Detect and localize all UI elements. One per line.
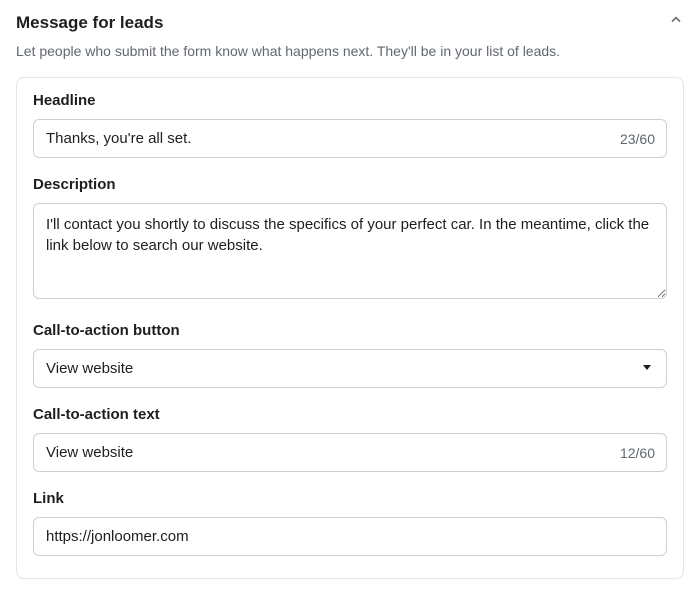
section-title: Message for leads <box>16 13 163 33</box>
cta-button-select[interactable]: View website <box>33 349 667 388</box>
fields-card: Headline 23/60 Description Call-to-actio… <box>16 77 684 579</box>
cta-text-label: Call-to-action text <box>33 406 667 423</box>
description-textarea[interactable] <box>33 203 667 299</box>
link-label: Link <box>33 490 667 507</box>
link-input[interactable] <box>33 517 667 556</box>
cta-button-label: Call-to-action button <box>33 322 667 339</box>
headline-label: Headline <box>33 92 667 109</box>
description-label: Description <box>33 176 667 193</box>
headline-input[interactable] <box>33 119 667 158</box>
cta-text-input[interactable] <box>33 433 667 472</box>
section-description: Let people who submit the form know what… <box>16 43 684 59</box>
collapse-chevron-icon[interactable] <box>668 12 684 33</box>
